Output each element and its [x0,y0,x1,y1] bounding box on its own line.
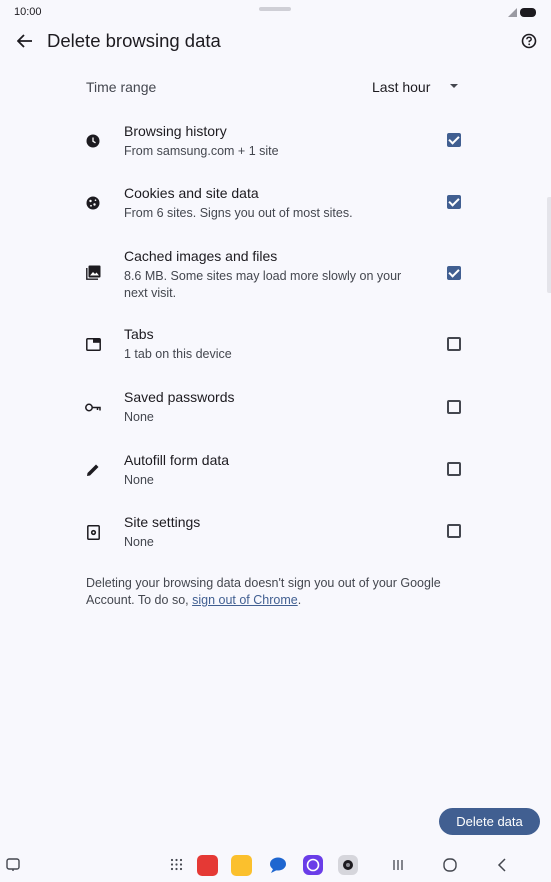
option-title: Browsing history [124,123,227,139]
option-title: Saved passwords [124,389,235,405]
internet-app-icon[interactable] [302,854,324,876]
option-title: Cached images and files [124,248,278,264]
edge-panel-handle[interactable] [547,197,551,293]
drag-handle[interactable] [259,7,291,11]
messages-icon[interactable] [268,856,288,874]
option-site-settings[interactable]: Site settings None [0,511,551,555]
page-title: Delete browsing data [47,30,221,51]
option-subtitle: From 6 sites. Signs you out of most site… [124,206,353,220]
help-icon [521,33,537,49]
back-button[interactable] [14,31,36,51]
option-subtitle: 1 tab on this device [124,347,232,361]
pencil-icon [84,461,102,479]
back-arrow-icon [17,34,32,48]
info-text: Deleting your browsing data doesn't sign… [86,575,466,609]
delete-data-button[interactable]: Delete data [439,808,540,835]
yellow-app-icon[interactable] [231,855,252,876]
cookie-icon [84,194,102,212]
dropdown-caret-icon [450,84,458,88]
status-time: 10:00 [14,6,42,18]
tab-icon [84,335,102,353]
option-subtitle: None [124,473,154,487]
clock-icon [84,132,102,150]
site-settings-icon [84,523,102,541]
sign-out-link[interactable]: sign out of Chrome [192,593,298,607]
help-button[interactable] [518,30,540,52]
option-autofill[interactable]: Autofill form data None [0,449,551,493]
option-browsing-history[interactable]: Browsing history From samsung.com + 1 si… [0,120,551,164]
cached-images-checkbox[interactable] [447,266,461,280]
browsing-history-checkbox[interactable] [447,133,461,147]
info-text-end: . [297,593,302,607]
signal-icon [508,8,517,17]
time-range-dropdown[interactable]: Last hour [372,76,468,98]
option-tabs[interactable]: Tabs 1 tab on this device [0,323,551,367]
option-subtitle: None [124,535,154,549]
red-app-icon[interactable] [197,855,218,876]
time-range-value: Last hour [372,79,431,95]
saved-passwords-checkbox[interactable] [447,400,461,414]
tabs-checkbox[interactable] [447,337,461,351]
status-bar [0,0,551,24]
option-title: Site settings [124,514,201,530]
option-title: Tabs [124,326,154,342]
option-subtitle: From samsung.com + 1 site [124,144,279,158]
option-title: Autofill form data [124,452,230,468]
option-saved-passwords[interactable]: Saved passwords None [0,386,551,430]
option-subtitle: None [124,410,154,424]
apps-grid-icon[interactable] [170,858,183,871]
screenshot-icon[interactable] [6,858,20,872]
option-subtitle: 8.6 MB. Some sites may load more slowly … [124,269,402,300]
home-icon[interactable] [443,858,457,872]
option-cookies[interactable]: Cookies and site data From 6 sites. Sign… [0,182,551,226]
time-range-label: Time range [86,79,157,95]
recents-icon[interactable] [392,859,404,871]
cookies-checkbox[interactable] [447,195,461,209]
autofill-checkbox[interactable] [447,462,461,476]
option-cached-images[interactable]: Cached images and files 8.6 MB. Some sit… [0,245,551,305]
key-icon [84,398,102,416]
nav-back-icon[interactable] [497,858,507,872]
site-settings-checkbox[interactable] [447,524,461,538]
option-title: Cookies and site data [124,185,259,201]
image-icon [84,263,102,281]
battery-icon [520,8,536,17]
camera-app-icon[interactable] [337,854,359,876]
